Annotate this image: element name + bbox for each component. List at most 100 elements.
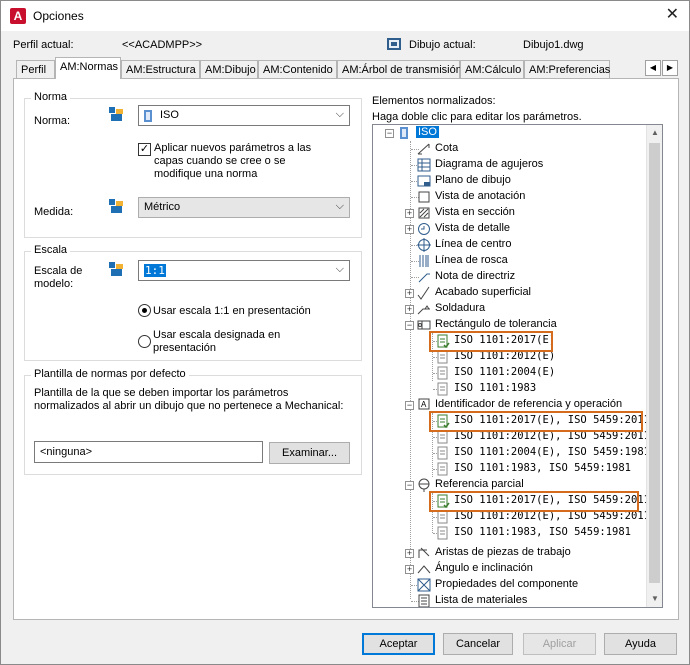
tree-item-label: Ángulo e inclinación <box>435 562 533 574</box>
thread-line-icon <box>419 255 429 267</box>
standard-elements-tree[interactable]: − ISO Cota Diagrama de agujeros Plano de… <box>372 124 663 608</box>
highlight-box <box>429 491 639 512</box>
close-icon[interactable]: ✕ <box>666 5 679 25</box>
tree-root-label: ISO <box>416 126 439 138</box>
standard-lock-icon <box>109 199 123 213</box>
highlight-box <box>429 331 553 352</box>
model-scale-value: 1:1 <box>144 264 166 277</box>
template-group-title: Plantilla de normas por defecto <box>31 368 189 380</box>
tab-scroll-right-icon[interactable]: ▶ <box>662 60 678 76</box>
tree-item-label: Propiedades del componente <box>435 578 579 590</box>
tree-item-label: Aristas de piezas de trabajo <box>435 546 571 558</box>
tab-am-calculo[interactable]: AM:Cálculo <box>460 60 524 78</box>
expand-icon[interactable]: + <box>405 565 414 574</box>
tab-am-estructura[interactable]: AM:Estructura <box>121 60 200 78</box>
detail-view-icon <box>418 223 430 235</box>
drawing-file-icon <box>387 38 401 50</box>
workpiece-edge-icon <box>418 547 430 558</box>
tree-child-label: ISO 1101:1983 <box>454 382 537 394</box>
standard-lock-icon <box>109 262 123 276</box>
dimension-icon <box>417 143 430 155</box>
chevron-down-icon: ⌵ <box>335 263 344 275</box>
medida-label: Medida: <box>34 206 74 218</box>
bom-icon <box>418 594 430 607</box>
norma-select[interactable]: ISO ⌵ <box>138 105 350 126</box>
apply-layers-label: Aplicar nuevos parámetros a las capas cu… <box>154 142 312 180</box>
tree-item-label: Referencia parcial <box>435 478 524 490</box>
document-icon <box>437 510 448 524</box>
standard-lock-icon <box>109 107 123 121</box>
iso-standard-icon <box>144 110 152 122</box>
document-icon <box>437 526 448 540</box>
tree-scrollbar[interactable]: ▲ ▼ <box>646 125 662 607</box>
tolerance-frame-icon <box>417 320 431 330</box>
tree-item-label: Cota <box>435 142 459 154</box>
tree-item-label: Nota de directriz <box>435 270 516 282</box>
scroll-down-icon[interactable]: ▼ <box>647 591 662 607</box>
centerline-icon <box>417 238 431 252</box>
document-icon <box>437 350 448 364</box>
scroll-up-icon[interactable]: ▲ <box>647 125 662 141</box>
collapse-icon[interactable]: − <box>405 321 414 330</box>
accept-button[interactable]: Aceptar <box>362 633 435 655</box>
datum-target-icon <box>418 478 430 492</box>
expand-icon[interactable]: + <box>405 225 414 234</box>
svg-text:A: A <box>421 400 427 409</box>
document-icon <box>437 462 448 476</box>
tree-item-label: Lista de materiales <box>435 594 528 606</box>
tree-item-label: Plano de dibujo <box>435 174 511 186</box>
model-scale-select[interactable]: 1:1 ⌵ <box>138 260 350 281</box>
tree-item-label: Soldadura <box>435 302 486 314</box>
document-icon <box>437 382 448 396</box>
radio-designated-scale-label: Usar escala designada en presentación <box>153 329 281 354</box>
autocad-app-icon: A <box>10 8 26 24</box>
document-icon <box>437 366 448 380</box>
cancel-button[interactable]: Cancelar <box>443 633 513 655</box>
tab-am-preferencias[interactable]: AM:Preferencias <box>524 60 610 78</box>
apply-layers-checkbox[interactable]: ✓ <box>138 143 151 156</box>
tab-am-contenido[interactable]: AM:Contenido <box>258 60 337 78</box>
tab-scroll-left-icon[interactable]: ◀ <box>645 60 661 76</box>
medida-select[interactable]: Métrico ⌵ <box>138 197 350 218</box>
tree-item-label: Vista de detalle <box>435 222 511 234</box>
tree-item-label: Vista de anotación <box>435 190 526 202</box>
expand-icon[interactable]: + <box>405 289 414 298</box>
template-description: Plantilla de la que se deben importar lo… <box>34 387 344 412</box>
norma-group-title: Norma <box>31 91 71 103</box>
model-scale-label: Escala de modelo: <box>34 265 83 290</box>
collapse-root-icon[interactable]: − <box>385 129 394 138</box>
document-icon <box>437 446 448 460</box>
collapse-icon[interactable]: − <box>405 401 414 410</box>
tree-item-label: Rectángulo de tolerancia <box>435 318 557 330</box>
radio-scale-layout[interactable] <box>138 304 151 317</box>
elements-title: Elementos normalizados: <box>372 95 496 107</box>
scroll-thumb[interactable] <box>649 143 660 583</box>
expand-icon[interactable]: + <box>405 549 414 558</box>
tree-item-label: Vista en sección <box>435 206 515 218</box>
leader-note-icon <box>418 273 430 283</box>
escala-group-title: Escala <box>31 244 71 256</box>
tree-item-label: Acabado superficial <box>435 286 532 298</box>
section-view-icon <box>418 207 430 219</box>
taper-slope-icon <box>417 565 431 574</box>
apply-button[interactable]: Aplicar <box>523 633 596 655</box>
options-dialog: A Opciones ✕ Perfil actual: <<ACADMPP>> … <box>0 0 690 665</box>
profile-label: Perfil actual: <box>13 39 74 51</box>
help-button[interactable]: Ayuda <box>604 633 677 655</box>
tree-child-label: ISO 1101:2004(E), ISO 5459:1981 <box>454 446 650 458</box>
expand-icon[interactable]: + <box>405 209 414 218</box>
tab-am-normas[interactable]: AM:Normas <box>55 57 121 79</box>
expand-icon[interactable]: + <box>405 305 414 314</box>
annotation-view-icon <box>418 191 430 203</box>
title-bar: A Opciones ✕ <box>1 1 689 31</box>
browse-button[interactable]: Examinar... <box>269 442 350 464</box>
tab-am-arbol-transmision[interactable]: AM:Árbol de transmisión <box>337 60 462 78</box>
tab-perfil[interactable]: Perfil <box>16 60 55 78</box>
tree-child-label: ISO 1101:1983, ISO 5459:1981 <box>454 462 632 474</box>
document-icon <box>437 430 448 444</box>
tab-am-dibujo[interactable]: AM:Dibujo <box>200 60 258 78</box>
template-path-input[interactable]: <ninguna> <box>34 441 263 463</box>
radio-designated-scale[interactable] <box>138 335 151 348</box>
tree-child-label: ISO 1101:1983, ISO 5459:1981 <box>454 526 632 538</box>
collapse-icon[interactable]: − <box>405 481 414 490</box>
